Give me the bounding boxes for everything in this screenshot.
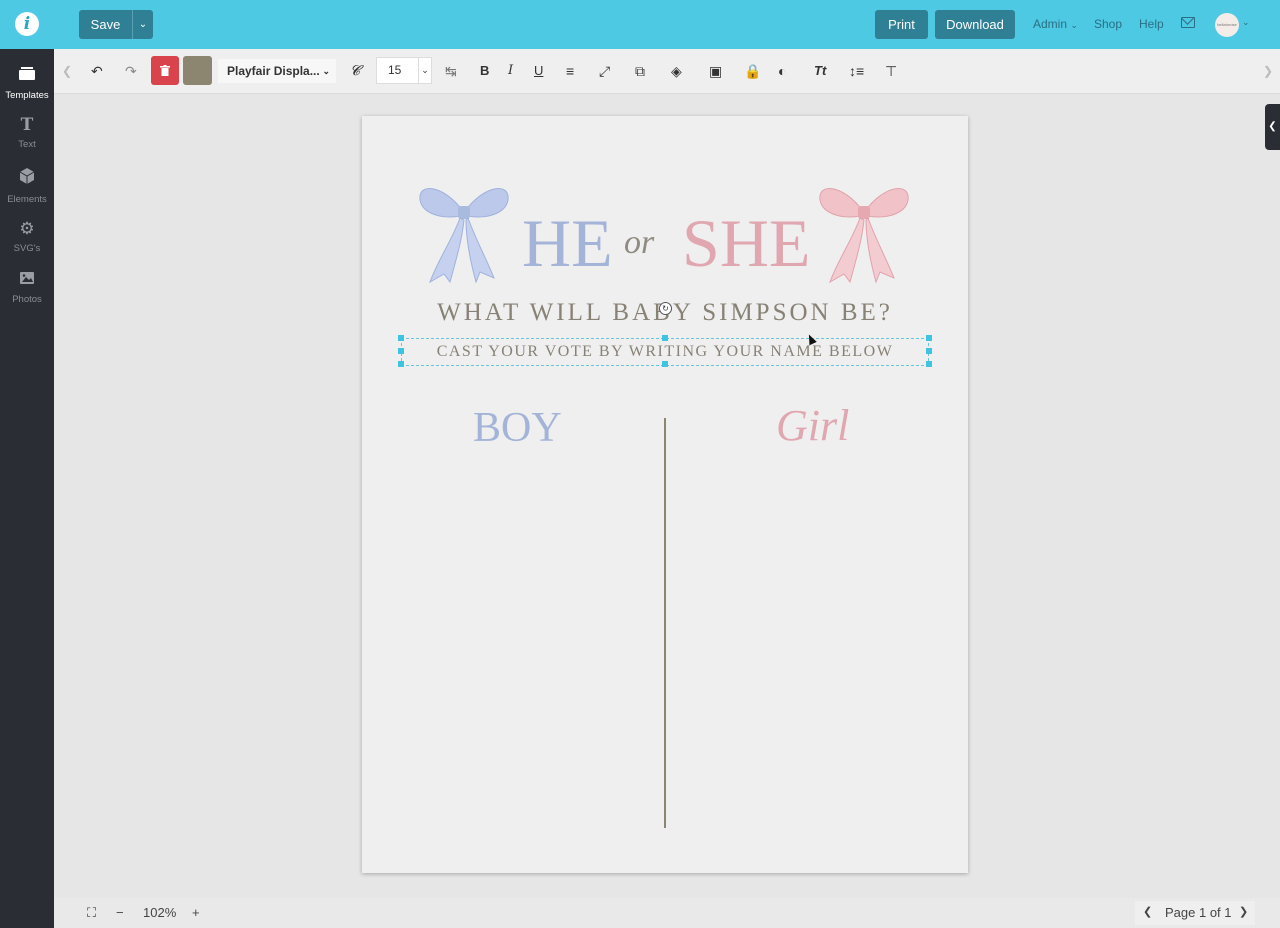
print-button[interactable]: Print: [875, 10, 928, 39]
toolbar-scroll-left-icon[interactable]: ❮: [62, 62, 72, 80]
page-navigator: ❮ Page 1 of 1 ❯: [1135, 901, 1255, 925]
lock-icon[interactable]: 🔒: [744, 62, 761, 80]
avatar[interactable]: bellatorose: [1215, 13, 1239, 37]
help-link[interactable]: Help: [1139, 17, 1164, 31]
resize-handle-top[interactable]: [662, 335, 668, 341]
resize-handle-left[interactable]: [398, 348, 404, 354]
save-options-dropdown[interactable]: ⌄: [132, 10, 153, 39]
center-divider-line[interactable]: [664, 418, 666, 828]
bottom-bar: ⛶ − 102% + ❮ Page 1 of 1 ❯: [54, 898, 1280, 928]
resize-handle-top-left[interactable]: [398, 335, 404, 341]
sidebar-item-text[interactable]: T Text: [0, 115, 54, 150]
underline-icon[interactable]: U: [534, 62, 543, 80]
line-height-icon[interactable]: ↕≡: [849, 62, 864, 80]
text-color-swatch[interactable]: [183, 56, 212, 85]
font-size-value: 15: [388, 63, 402, 77]
chevron-down-icon: ⌄: [138, 19, 148, 30]
align-center-icon[interactable]: ≡: [566, 62, 574, 80]
resize-icon[interactable]: ⤢: [599, 62, 610, 80]
resize-handle-top-right[interactable]: [926, 335, 932, 341]
sidebar-item-label: Elements: [7, 194, 47, 205]
boy-label[interactable]: BOY: [473, 404, 562, 452]
font-family-value: Playfair Displa...: [227, 64, 320, 78]
save-button-group: Save ⌄: [79, 10, 153, 39]
font-style-icon[interactable]: 𝓒: [350, 62, 360, 80]
left-sidebar: Templates T Text Elements ⚙ SVG's Photos: [0, 49, 54, 928]
resize-handle-right[interactable]: [926, 348, 932, 354]
trash-icon: [160, 65, 170, 76]
girl-label[interactable]: Girl: [776, 400, 849, 451]
admin-menu[interactable]: Admin ⌄: [1033, 17, 1078, 31]
sidebar-item-svgs[interactable]: ⚙ SVG's: [0, 219, 54, 254]
page-indicator: Page 1 of 1: [1165, 905, 1232, 920]
layers-icon[interactable]: ◈: [671, 62, 682, 80]
zoom-out-icon[interactable]: −: [116, 905, 124, 920]
copy-style-icon[interactable]: ▣: [709, 62, 722, 80]
sidebar-item-elements[interactable]: Elements: [0, 167, 54, 205]
admin-label: Admin: [1033, 17, 1068, 31]
previous-page-icon[interactable]: ❮: [1143, 905, 1152, 918]
chevron-down-icon: ⌄: [1070, 20, 1078, 30]
redo-icon[interactable]: ↷: [125, 62, 137, 80]
elements-icon: [0, 167, 54, 190]
photos-icon: [0, 270, 54, 290]
font-size-select[interactable]: 15 ⌄: [376, 57, 432, 84]
undo-icon[interactable]: ↶: [91, 62, 103, 80]
chevron-down-icon[interactable]: ⌄: [1242, 17, 1250, 28]
shop-link[interactable]: Shop: [1094, 17, 1122, 31]
text-icon: T: [20, 115, 34, 135]
toolbar-scroll-right-icon[interactable]: ❯: [1263, 62, 1273, 80]
letter-spacing-icon[interactable]: ↹: [445, 62, 457, 80]
resize-handle-bottom-left[interactable]: [398, 361, 404, 367]
sidebar-item-label: Text: [18, 139, 36, 150]
font-family-select[interactable]: Playfair Displa... ⌄: [218, 59, 336, 83]
next-page-icon[interactable]: ❯: [1239, 905, 1248, 918]
sidebar-item-templates[interactable]: Templates: [0, 65, 54, 101]
templates-icon: [0, 65, 54, 86]
text-transform-icon[interactable]: Tt: [814, 62, 826, 80]
mail-icon[interactable]: [1181, 17, 1195, 28]
resize-handle-bottom-right[interactable]: [926, 361, 932, 367]
chevron-left-icon: ❮: [1268, 121, 1277, 132]
svg-gear-icon: ⚙: [19, 219, 35, 238]
editor-toolbar: ❮ ↶ ↷ Playfair Displa... ⌄ 𝓒 15 ⌄ ↹ B I …: [54, 49, 1280, 94]
he-text[interactable]: HE: [522, 204, 613, 283]
app-logo[interactable]: i: [15, 12, 39, 36]
she-text[interactable]: SHE: [682, 204, 810, 283]
top-bar: i Save ⌄ Print Download Admin ⌄ Shop Hel…: [0, 0, 1280, 49]
delete-button[interactable]: [151, 56, 179, 85]
design-canvas[interactable]: HE or SHE WHAT WILL BABY SIMPSON BE? ↻ C…: [362, 116, 968, 873]
chevron-down-icon: ⌄: [418, 58, 431, 83]
right-panel-toggle[interactable]: ❮: [1265, 104, 1280, 150]
download-button[interactable]: Download: [935, 10, 1015, 39]
sidebar-item-label: Templates: [5, 90, 49, 101]
sidebar-item-label: SVG's: [13, 243, 41, 254]
bold-icon[interactable]: B: [480, 62, 489, 80]
fullscreen-icon[interactable]: ⛶: [87, 905, 96, 921]
resize-handle-bottom[interactable]: [662, 361, 668, 367]
pink-bow-icon[interactable]: [816, 182, 912, 286]
or-text[interactable]: or: [624, 224, 654, 262]
sidebar-item-photos[interactable]: Photos: [0, 270, 54, 305]
rotate-handle-icon[interactable]: ↻: [659, 302, 672, 315]
text-format-icon[interactable]: ⊤: [885, 62, 897, 80]
chevron-down-icon: ⌄: [322, 66, 330, 76]
zoom-in-icon[interactable]: +: [192, 905, 200, 920]
effects-icon[interactable]: ◐: [778, 62, 786, 80]
italic-icon[interactable]: I: [508, 62, 513, 80]
zoom-level: 102%: [143, 905, 177, 920]
duplicate-icon[interactable]: ⧉: [635, 62, 645, 80]
blue-bow-icon[interactable]: [416, 182, 512, 286]
sidebar-item-label: Photos: [12, 294, 42, 305]
save-button[interactable]: Save: [79, 10, 132, 39]
